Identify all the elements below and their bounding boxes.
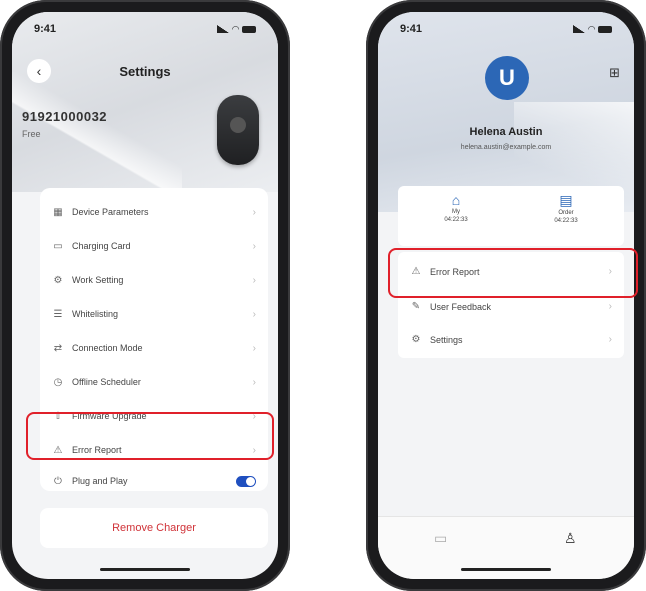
remove-charger-button[interactable]: Remove Charger xyxy=(40,508,268,548)
work-setting-icon: ⚙ xyxy=(53,274,63,286)
status-icons: ◠ xyxy=(217,24,256,35)
menu-item-label: Device Parameters xyxy=(72,207,149,217)
menu-item-plug-and-play: ⏻ Plug and Play xyxy=(40,465,268,497)
menu-item-label: Connection Mode xyxy=(72,343,143,353)
user-email: helena.austin@example.com xyxy=(460,144,552,151)
chevron-right-icon: › xyxy=(252,274,256,286)
menu-item-label: Charging Card xyxy=(72,241,131,251)
card-icon: ▭ xyxy=(53,240,63,252)
user-name: Helena Austin xyxy=(469,126,543,138)
signal-icon xyxy=(217,25,230,33)
menu-item-label: Offline Scheduler xyxy=(72,377,141,387)
status-icons: ◠ xyxy=(573,24,612,35)
params-icon: ▦ xyxy=(53,206,63,218)
avatar[interactable]: U xyxy=(485,56,529,100)
chevron-right-icon: › xyxy=(252,308,256,320)
tab-profile-icon[interactable]: ♙ xyxy=(564,530,577,547)
chevron-right-icon: › xyxy=(252,376,256,388)
menu-item-work-setting[interactable]: ⚙ Work Setting › xyxy=(40,264,268,296)
highlight-box xyxy=(26,412,274,460)
chevron-right-icon: › xyxy=(252,206,256,218)
phone-settings: 9:41 ◠ ‹ Settings 91921000032 Free ▦ Dev… xyxy=(0,0,290,591)
status-bar: 9:41 ◠ xyxy=(400,20,612,38)
menu-item-connection-mode[interactable]: ⇄ Connection Mode › xyxy=(40,332,268,364)
battery-icon xyxy=(598,25,612,33)
menu-item-label: User Feedback xyxy=(430,301,492,312)
settings-screen: 9:41 ◠ ‹ Settings 91921000032 Free ▦ Dev… xyxy=(12,12,278,579)
tab-bar: ▭ ♙ xyxy=(378,516,634,579)
stat-order[interactable]: ▤ Order 04:22:33 xyxy=(536,192,596,225)
stat-value: 04:22:33 xyxy=(554,218,578,224)
page-title: Settings xyxy=(119,64,171,79)
device-status: Free xyxy=(22,129,41,139)
menu-item-settings[interactable]: ⚙ Settings › xyxy=(398,322,624,357)
chevron-right-icon: › xyxy=(608,334,612,345)
menu-item-device-parameters[interactable]: ▦ Device Parameters › xyxy=(40,196,268,228)
menu-item-label: Whitelisting xyxy=(72,309,119,319)
stat-my[interactable]: ⌂ My 04:22:33 xyxy=(426,192,486,224)
feedback-icon: ✎ xyxy=(411,301,421,312)
tab-device-icon[interactable]: ▭ xyxy=(434,530,447,547)
stat-label: My xyxy=(452,209,460,215)
status-time: 9:41 xyxy=(400,23,423,35)
signal-icon xyxy=(573,25,586,33)
menu-item-label: Settings xyxy=(430,334,463,345)
menu-item-label: Work Setting xyxy=(72,275,124,285)
settings-icon: ⚙ xyxy=(411,334,421,345)
phone-profile: 9:41 ◠ ⊞ U Helena Austin helena.austin@e… xyxy=(366,0,646,591)
chevron-right-icon: › xyxy=(252,342,256,354)
scan-icon[interactable]: ⊞ xyxy=(609,65,620,81)
list-icon: ☰ xyxy=(53,308,63,320)
status-time: 9:41 xyxy=(34,23,57,35)
home-indicator xyxy=(100,568,190,571)
menu-item-offline-scheduler[interactable]: ◷ Offline Scheduler › xyxy=(40,366,268,398)
menu-item-whitelisting[interactable]: ☰ Whitelisting › xyxy=(40,298,268,330)
plug-icon: ⏻ xyxy=(54,475,62,487)
profile-hero xyxy=(378,12,634,212)
menu-item-label: Plug and Play xyxy=(72,476,128,486)
charger-icon: ⌂ xyxy=(451,192,461,208)
connection-icon: ⇄ xyxy=(53,342,63,354)
order-icon: ▤ xyxy=(559,192,573,208)
status-bar: 9:41 ◠ xyxy=(34,20,256,38)
device-id: 91921000032 xyxy=(22,109,108,124)
charger-image xyxy=(217,95,259,165)
wifi-icon: ◠ xyxy=(588,23,595,34)
highlight-box xyxy=(388,248,638,298)
scheduler-icon: ◷ xyxy=(53,376,63,388)
menu-item-charging-card[interactable]: ▭ Charging Card › xyxy=(40,230,268,262)
chevron-right-icon: › xyxy=(252,240,256,252)
wifi-icon: ◠ xyxy=(232,23,239,34)
stats-card: ⌂ My 04:22:33 ▤ Order 04:22:33 xyxy=(398,186,624,246)
home-indicator xyxy=(461,568,551,571)
stat-label: Order xyxy=(558,210,574,216)
stat-value: 04:22:33 xyxy=(444,217,468,223)
chevron-right-icon: › xyxy=(608,301,612,312)
battery-icon xyxy=(242,25,256,33)
plug-and-play-toggle[interactable] xyxy=(236,475,256,487)
